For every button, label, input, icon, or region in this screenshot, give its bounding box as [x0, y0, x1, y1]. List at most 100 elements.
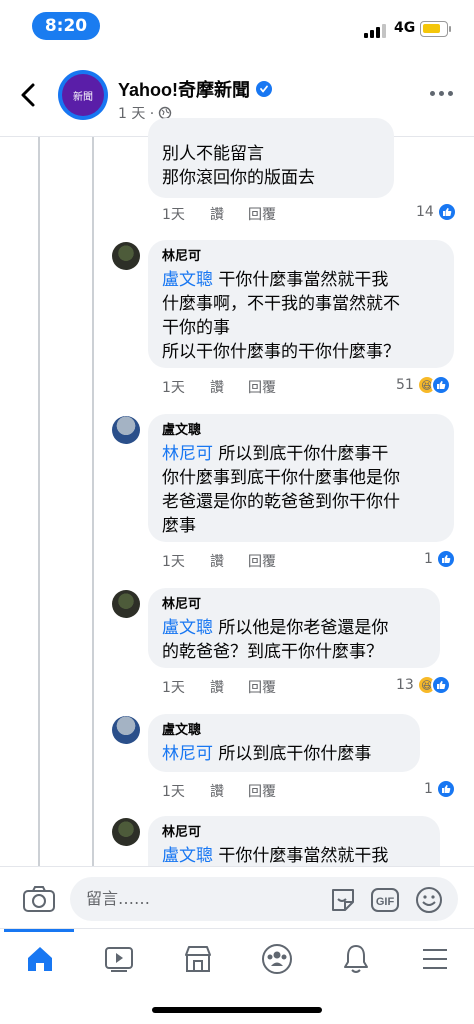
comment-body: 所以到底干你什麼事	[213, 744, 372, 764]
like-reaction-icon	[436, 202, 457, 222]
comment-composer: 留言…… GIF	[0, 866, 474, 928]
comment-bubble[interactable]: 盧文聰 林尼可 所以到底干你什麼事	[148, 714, 420, 772]
hamburger-menu-icon	[422, 949, 447, 969]
reaction-count-text: 13	[396, 677, 414, 693]
comment-text: 林尼可 所以到底干你什麼事干 你什麼事到底干你什麼事他是你 老爸還是你的乾爸爸到…	[162, 442, 440, 538]
reaction-count-text: 1	[424, 551, 433, 567]
like-reaction-icon	[430, 675, 451, 695]
like-reaction-icon	[435, 549, 456, 569]
comment-actions: 1天 讚 回覆	[162, 781, 276, 801]
like-reaction-icon	[430, 375, 451, 395]
reply-link[interactable]: 回覆	[248, 551, 276, 571]
status-bar: 8:20 4G	[0, 0, 474, 52]
like-link[interactable]: 讚	[210, 377, 248, 397]
comment-text: 盧文聰 干你什麼事當然就干我	[162, 844, 426, 868]
chevron-left-icon	[21, 83, 35, 107]
avatar[interactable]	[112, 818, 140, 846]
post-time-text: 1 天 ·	[118, 106, 155, 122]
comment-time: 1天	[162, 784, 185, 800]
comment-actions: 1天 讚 回覆	[162, 377, 276, 397]
tab-marketplace[interactable]	[158, 929, 237, 989]
avatar[interactable]	[112, 590, 140, 618]
sticker-button[interactable]	[328, 885, 358, 915]
avatar[interactable]	[112, 416, 140, 444]
reaction-count[interactable]: 1	[424, 549, 456, 569]
page-avatar[interactable]: 新聞	[58, 70, 108, 120]
home-icon	[27, 947, 52, 971]
like-link[interactable]: 讚	[210, 677, 248, 697]
battery-icon	[420, 21, 451, 37]
reply-link[interactable]: 回覆	[248, 677, 276, 697]
comment-author[interactable]: 林尼可	[162, 596, 426, 614]
mention-link[interactable]: 盧文聰	[162, 270, 213, 290]
comment-time: 1天	[162, 680, 185, 696]
verified-badge-icon	[256, 81, 273, 97]
reaction-count[interactable]: 1	[424, 779, 456, 799]
reply-link[interactable]: 回覆	[248, 781, 276, 801]
avatar[interactable]	[112, 242, 140, 270]
dot-icon	[448, 90, 453, 96]
dot-icon	[439, 90, 444, 96]
reply-link[interactable]: 回覆	[248, 377, 276, 397]
gif-icon: GIF	[371, 888, 399, 912]
signal-icon	[364, 22, 388, 38]
like-link[interactable]: 讚	[210, 551, 248, 571]
marketplace-icon	[184, 946, 211, 972]
network-type: 4G	[394, 20, 416, 36]
comment-bubble[interactable]: 別人不能留言 那你滾回你的版面去	[148, 118, 394, 198]
page-name[interactable]: Yahoo!奇摩新聞	[118, 76, 273, 102]
comment-author[interactable]: 林尼可	[162, 248, 440, 266]
comment-author[interactable]: 林尼可	[162, 824, 426, 842]
home-indicator	[152, 1007, 322, 1013]
mention-link[interactable]: 林尼可	[162, 444, 213, 464]
sticker-icon	[332, 889, 354, 911]
back-button[interactable]	[14, 80, 44, 110]
tab-home[interactable]	[0, 929, 79, 989]
like-link[interactable]: 讚	[210, 204, 248, 224]
reaction-count[interactable]: 14	[416, 202, 457, 222]
comment-author[interactable]: 盧文聰	[162, 722, 406, 740]
mention-link[interactable]: 林尼可	[162, 744, 213, 764]
emoji-button[interactable]	[414, 885, 444, 915]
status-time: 8:20	[32, 12, 100, 40]
tab-notifications[interactable]	[316, 929, 395, 989]
page-name-text: Yahoo!奇摩新聞	[118, 80, 251, 100]
mention-link[interactable]: 盧文聰	[162, 618, 213, 638]
reaction-count-text: 14	[416, 204, 434, 220]
active-tab-indicator	[4, 929, 74, 932]
reaction-count-text: 51	[396, 377, 414, 393]
comment-time: 1天	[162, 207, 185, 223]
more-options-button[interactable]	[430, 86, 456, 100]
comment-text: 盧文聰 干你什麼事當然就干我 什麼事啊，不干我的事當然就不 干你的事 所以干你什…	[162, 268, 440, 364]
comment-actions: 1天 讚 回覆	[162, 551, 276, 571]
like-link[interactable]: 讚	[210, 781, 248, 801]
smiley-icon	[416, 887, 442, 913]
facebook-comments-screen: 8:20 4G 新聞 Yahoo!奇摩新聞 1 天 · 別人不能留言 那你滾回你…	[0, 0, 474, 1024]
mention-link[interactable]: 盧文聰	[162, 846, 213, 866]
comment-bubble[interactable]: 林尼可 盧文聰 干你什麼事當然就干我 什麼事啊，不干我的事當然就不 干你的事 所…	[148, 240, 454, 368]
tab-menu[interactable]	[395, 929, 474, 989]
comment-bubble[interactable]: 林尼可 盧文聰 所以他是你老爸還是你 的乾爸爸？到底干你什麼事？	[148, 588, 440, 668]
comment-text: 林尼可 所以到底干你什麼事	[162, 742, 406, 766]
comment-author[interactable]: 盧文聰	[162, 422, 440, 440]
reply-link[interactable]: 回覆	[248, 204, 276, 224]
reaction-count[interactable]: 13 😆	[396, 675, 451, 695]
gif-button[interactable]: GIF	[370, 885, 400, 915]
video-icon	[104, 947, 133, 972]
comment-actions: 1天 讚 回覆	[162, 204, 276, 224]
groups-icon	[261, 944, 292, 974]
camera-button[interactable]	[22, 885, 56, 913]
avatar[interactable]	[112, 716, 140, 744]
reaction-count[interactable]: 51 😆	[396, 375, 451, 395]
bell-icon	[343, 945, 368, 973]
comment-bubble[interactable]: 盧文聰 林尼可 所以到底干你什麼事干 你什麼事到底干你什麼事他是你 老爸還是你的…	[148, 414, 454, 542]
tab-watch[interactable]	[79, 929, 158, 989]
tab-groups[interactable]	[237, 929, 316, 989]
page-avatar-logo: 新聞	[62, 74, 104, 116]
thread-line	[92, 137, 94, 866]
comment-time: 1天	[162, 554, 185, 570]
comment-actions: 1天 讚 回覆	[162, 677, 276, 697]
like-reaction-icon	[435, 779, 456, 799]
camera-icon	[23, 886, 55, 912]
comment-body: 干你什麼事當然就干我	[213, 846, 389, 866]
